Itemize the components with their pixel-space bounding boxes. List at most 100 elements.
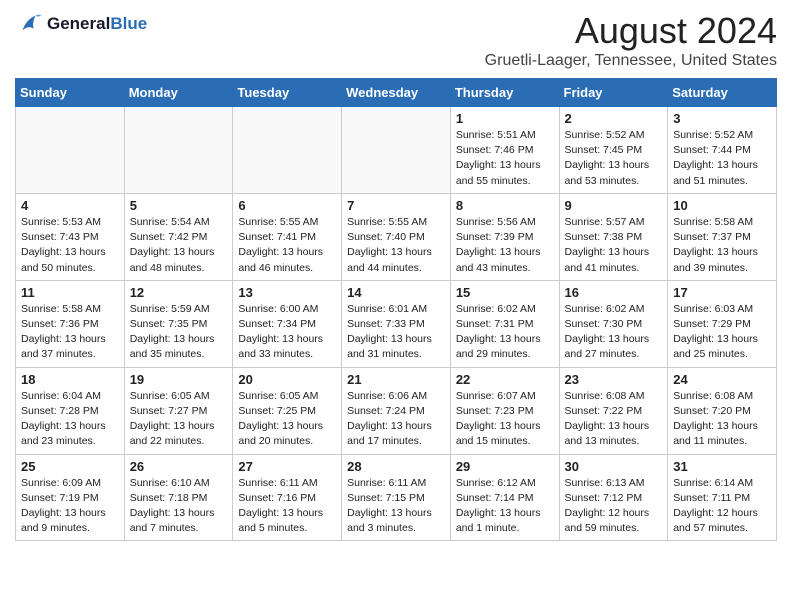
weekday-header-tuesday: Tuesday [233, 79, 342, 107]
calendar-cell: 20 Sunrise: 6:05 AM Sunset: 7:25 PM Dayli… [233, 367, 342, 454]
day-number: 21 [347, 372, 445, 387]
day-info: Sunrise: 6:02 AM Sunset: 7:31 PM Dayligh… [456, 302, 554, 363]
calendar-week-row: 25Sunrise: 6:09 AM Sunset: 7:19 PM Dayli… [16, 454, 777, 541]
calendar-cell: 7 Sunrise: 5:55 AM Sunset: 7:40 PM Daylig… [342, 193, 451, 280]
day-info: Sunrise: 6:06 AM Sunset: 7:24 PM Dayligh… [347, 389, 445, 450]
day-info: Sunrise: 5:58 AM Sunset: 7:37 PM Dayligh… [673, 215, 771, 276]
day-info: Sunrise: 6:05 AM Sunset: 7:25 PM Dayligh… [238, 389, 336, 450]
day-number: 10 [673, 198, 771, 213]
weekday-header-wednesday: Wednesday [342, 79, 451, 107]
day-number: 1 [456, 111, 554, 126]
calendar-cell: 6Sunrise: 5:55 AM Sunset: 7:41 PM Daylig… [233, 193, 342, 280]
day-info: Sunrise: 6:13 AM Sunset: 7:12 PM Dayligh… [565, 476, 663, 537]
day-info: Sunrise: 5:58 AM Sunset: 7:36 PM Dayligh… [21, 302, 119, 363]
title-block: August 2024 Gruetli-Laager, Tennessee, U… [485, 10, 777, 70]
day-number: 4 [21, 198, 119, 213]
logo-icon [15, 10, 43, 38]
day-info: Sunrise: 5:52 AM Sunset: 7:45 PM Dayligh… [565, 128, 663, 189]
weekday-header-row: SundayMondayTuesdayWednesdayThursdayFrid… [16, 79, 777, 107]
day-number: 24 [673, 372, 771, 387]
day-info: Sunrise: 6:08 AM Sunset: 7:22 PM Dayligh… [565, 389, 663, 450]
day-number: 6 [238, 198, 336, 213]
calendar-cell [124, 107, 233, 194]
calendar-cell: 4 Sunrise: 5:53 AM Sunset: 7:43 PM Daylig… [16, 193, 125, 280]
calendar-cell: 8 Sunrise: 5:56 AM Sunset: 7:39 PM Daylig… [450, 193, 559, 280]
weekday-header-friday: Friday [559, 79, 668, 107]
day-number: 3 [673, 111, 771, 126]
weekday-header-monday: Monday [124, 79, 233, 107]
day-number: 27 [238, 459, 336, 474]
calendar-cell: 18 Sunrise: 6:04 AM Sunset: 7:28 PM Dayli… [16, 367, 125, 454]
day-info: Sunrise: 5:56 AM Sunset: 7:39 PM Dayligh… [456, 215, 554, 276]
calendar-cell: 26 Sunrise: 6:10 AM Sunset: 7:18 PM Dayli… [124, 454, 233, 541]
logo: GeneralBlue [15, 10, 147, 38]
day-info: Sunrise: 6:01 AM Sunset: 7:33 PM Dayligh… [347, 302, 445, 363]
logo-text: GeneralBlue [47, 14, 147, 34]
day-number: 19 [130, 372, 228, 387]
calendar-cell: 30Sunrise: 6:13 AM Sunset: 7:12 PM Dayli… [559, 454, 668, 541]
calendar-cell: 29Sunrise: 6:12 AM Sunset: 7:14 PM Dayli… [450, 454, 559, 541]
calendar-week-row: 4 Sunrise: 5:53 AM Sunset: 7:43 PM Daylig… [16, 193, 777, 280]
day-info: Sunrise: 6:00 AM Sunset: 7:34 PM Dayligh… [238, 302, 336, 363]
day-number: 23 [565, 372, 663, 387]
calendar-cell: 17 Sunrise: 6:03 AM Sunset: 7:29 PM Dayli… [668, 280, 777, 367]
calendar-cell: 22 Sunrise: 6:07 AM Sunset: 7:23 PM Dayli… [450, 367, 559, 454]
day-number: 15 [456, 285, 554, 300]
day-info: Sunrise: 6:05 AM Sunset: 7:27 PM Dayligh… [130, 389, 228, 450]
calendar-cell: 11 Sunrise: 5:58 AM Sunset: 7:36 PM Dayli… [16, 280, 125, 367]
day-info: Sunrise: 5:53 AM Sunset: 7:43 PM Dayligh… [21, 215, 119, 276]
weekday-header-sunday: Sunday [16, 79, 125, 107]
day-info: Sunrise: 5:55 AM Sunset: 7:40 PM Dayligh… [347, 215, 445, 276]
month-title: August 2024 [485, 10, 777, 52]
day-number: 8 [456, 198, 554, 213]
day-info: Sunrise: 6:11 AM Sunset: 7:15 PM Dayligh… [347, 476, 445, 537]
day-info: Sunrise: 6:02 AM Sunset: 7:30 PM Dayligh… [565, 302, 663, 363]
day-info: Sunrise: 6:03 AM Sunset: 7:29 PM Dayligh… [673, 302, 771, 363]
day-number: 9 [565, 198, 663, 213]
day-number: 20 [238, 372, 336, 387]
calendar-cell: 27 Sunrise: 6:11 AM Sunset: 7:16 PM Dayli… [233, 454, 342, 541]
day-number: 13 [238, 285, 336, 300]
day-number: 2 [565, 111, 663, 126]
day-info: Sunrise: 6:10 AM Sunset: 7:18 PM Dayligh… [130, 476, 228, 537]
day-number: 14 [347, 285, 445, 300]
day-info: Sunrise: 6:11 AM Sunset: 7:16 PM Dayligh… [238, 476, 336, 537]
day-number: 31 [673, 459, 771, 474]
calendar-table: SundayMondayTuesdayWednesdayThursdayFrid… [15, 78, 777, 541]
day-number: 22 [456, 372, 554, 387]
location-subtitle: Gruetli-Laager, Tennessee, United States [485, 52, 777, 70]
day-number: 18 [21, 372, 119, 387]
day-info: Sunrise: 6:12 AM Sunset: 7:14 PM Dayligh… [456, 476, 554, 537]
day-number: 17 [673, 285, 771, 300]
day-info: Sunrise: 5:52 AM Sunset: 7:44 PM Dayligh… [673, 128, 771, 189]
calendar-cell [16, 107, 125, 194]
calendar-cell: 15 Sunrise: 6:02 AM Sunset: 7:31 PM Dayli… [450, 280, 559, 367]
calendar-cell: 24 Sunrise: 6:08 AM Sunset: 7:20 PM Dayli… [668, 367, 777, 454]
day-info: Sunrise: 5:51 AM Sunset: 7:46 PM Dayligh… [456, 128, 554, 189]
calendar-cell: 19 Sunrise: 6:05 AM Sunset: 7:27 PM Dayli… [124, 367, 233, 454]
calendar-cell: 12 Sunrise: 5:59 AM Sunset: 7:35 PM Dayli… [124, 280, 233, 367]
weekday-header-thursday: Thursday [450, 79, 559, 107]
calendar-cell: 23 Sunrise: 6:08 AM Sunset: 7:22 PM Dayli… [559, 367, 668, 454]
weekday-header-saturday: Saturday [668, 79, 777, 107]
calendar-cell [233, 107, 342, 194]
day-number: 16 [565, 285, 663, 300]
day-info: Sunrise: 6:04 AM Sunset: 7:28 PM Dayligh… [21, 389, 119, 450]
calendar-cell: 31Sunrise: 6:14 AM Sunset: 7:11 PM Dayli… [668, 454, 777, 541]
calendar-cell: 14 Sunrise: 6:01 AM Sunset: 7:33 PM Dayli… [342, 280, 451, 367]
calendar-cell: 25Sunrise: 6:09 AM Sunset: 7:19 PM Dayli… [16, 454, 125, 541]
day-info: Sunrise: 5:57 AM Sunset: 7:38 PM Dayligh… [565, 215, 663, 276]
day-number: 11 [21, 285, 119, 300]
day-info: Sunrise: 6:08 AM Sunset: 7:20 PM Dayligh… [673, 389, 771, 450]
calendar-cell: 21 Sunrise: 6:06 AM Sunset: 7:24 PM Dayli… [342, 367, 451, 454]
day-number: 28 [347, 459, 445, 474]
day-info: Sunrise: 6:07 AM Sunset: 7:23 PM Dayligh… [456, 389, 554, 450]
day-info: Sunrise: 6:09 AM Sunset: 7:19 PM Dayligh… [21, 476, 119, 537]
day-number: 7 [347, 198, 445, 213]
calendar-cell: 10 Sunrise: 5:58 AM Sunset: 7:37 PM Dayli… [668, 193, 777, 280]
day-number: 12 [130, 285, 228, 300]
day-info: Sunrise: 5:59 AM Sunset: 7:35 PM Dayligh… [130, 302, 228, 363]
day-number: 26 [130, 459, 228, 474]
page-header: GeneralBlue August 2024 Gruetli-Laager, … [15, 10, 777, 70]
calendar-cell: 13 Sunrise: 6:00 AM Sunset: 7:34 PM Dayli… [233, 280, 342, 367]
